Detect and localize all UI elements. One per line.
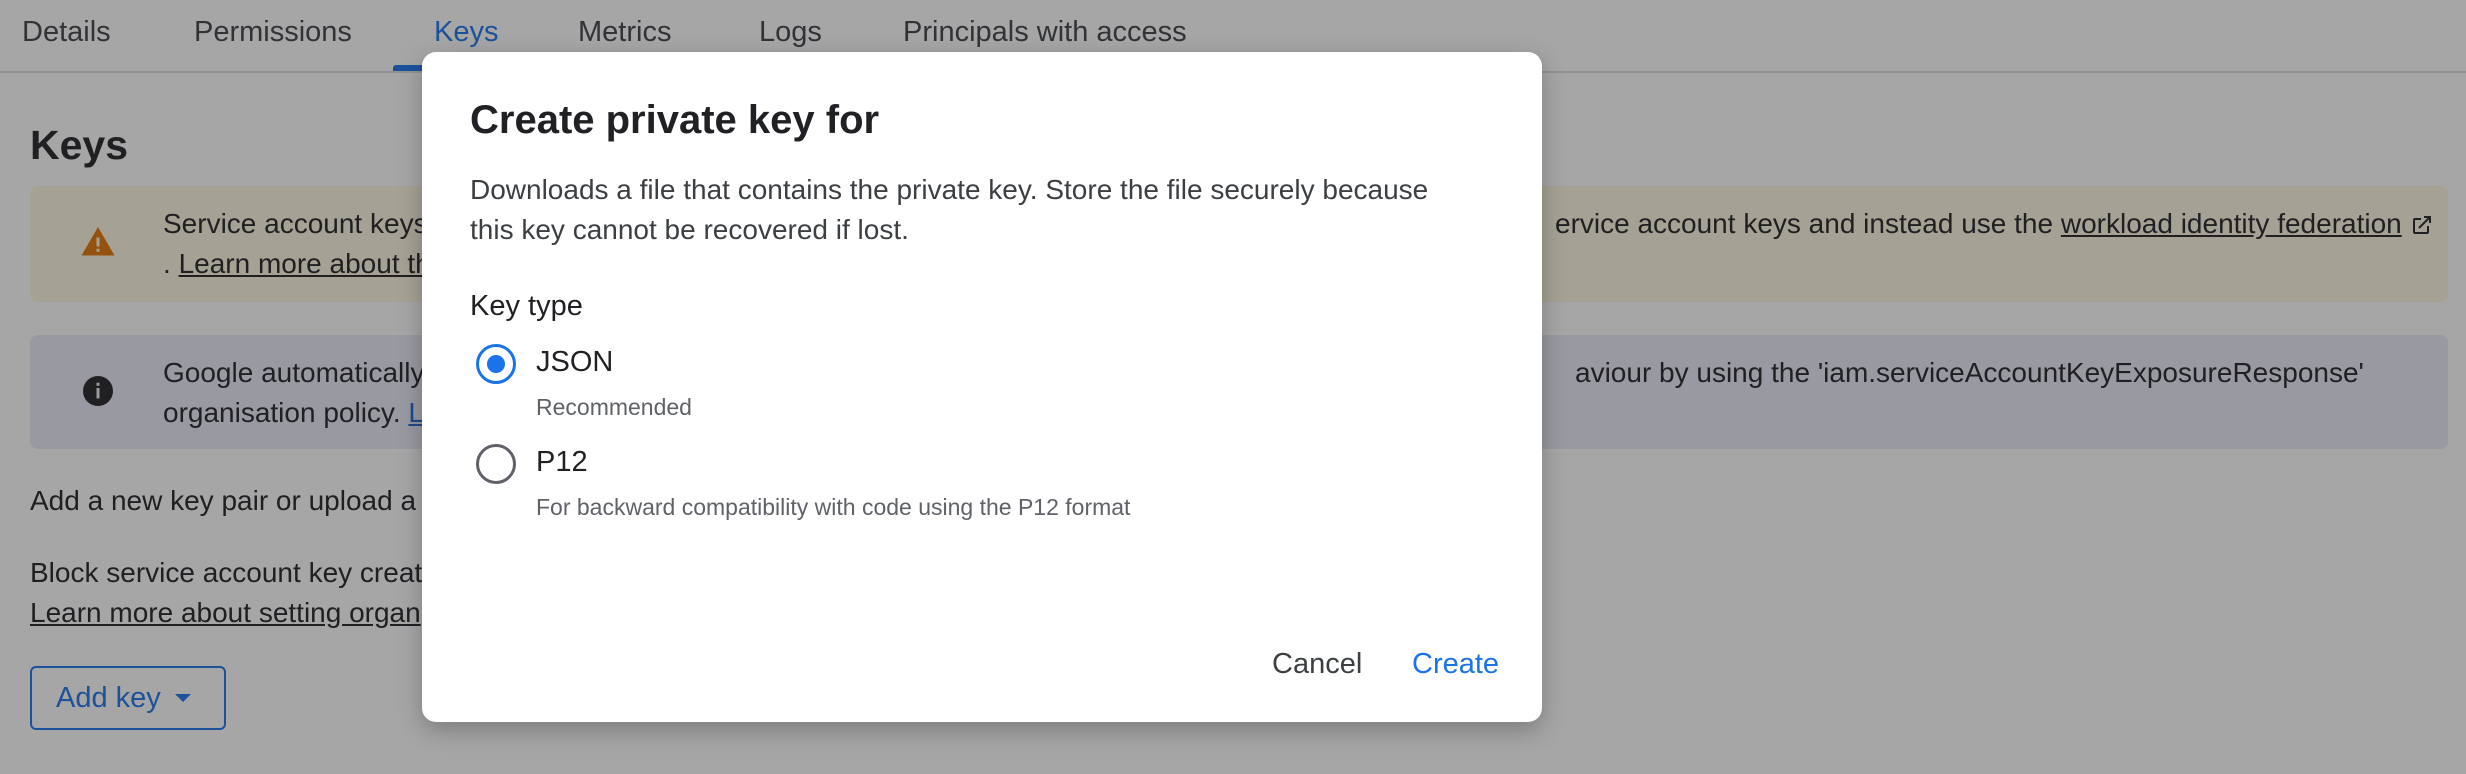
key-type-label: Key type [470,290,583,322]
dialog-description: Downloads a file that contains the priva… [470,174,1429,245]
p12-sublabel: For backward compatibility with code usi… [536,494,1131,520]
json-label: JSON [536,346,614,378]
json-sublabel: Recommended [536,394,692,420]
dialog-title: Create private key for [470,98,880,142]
radio-selected-dot [487,355,505,373]
p12-radio[interactable] [476,444,516,484]
create-button[interactable]: Create [1412,648,1499,681]
p12-label: P12 [536,446,588,478]
create-private-key-dialog: Create private key for Downloads a file … [422,52,1542,722]
json-radio[interactable] [476,344,516,384]
cancel-button[interactable]: Cancel [1272,648,1362,681]
